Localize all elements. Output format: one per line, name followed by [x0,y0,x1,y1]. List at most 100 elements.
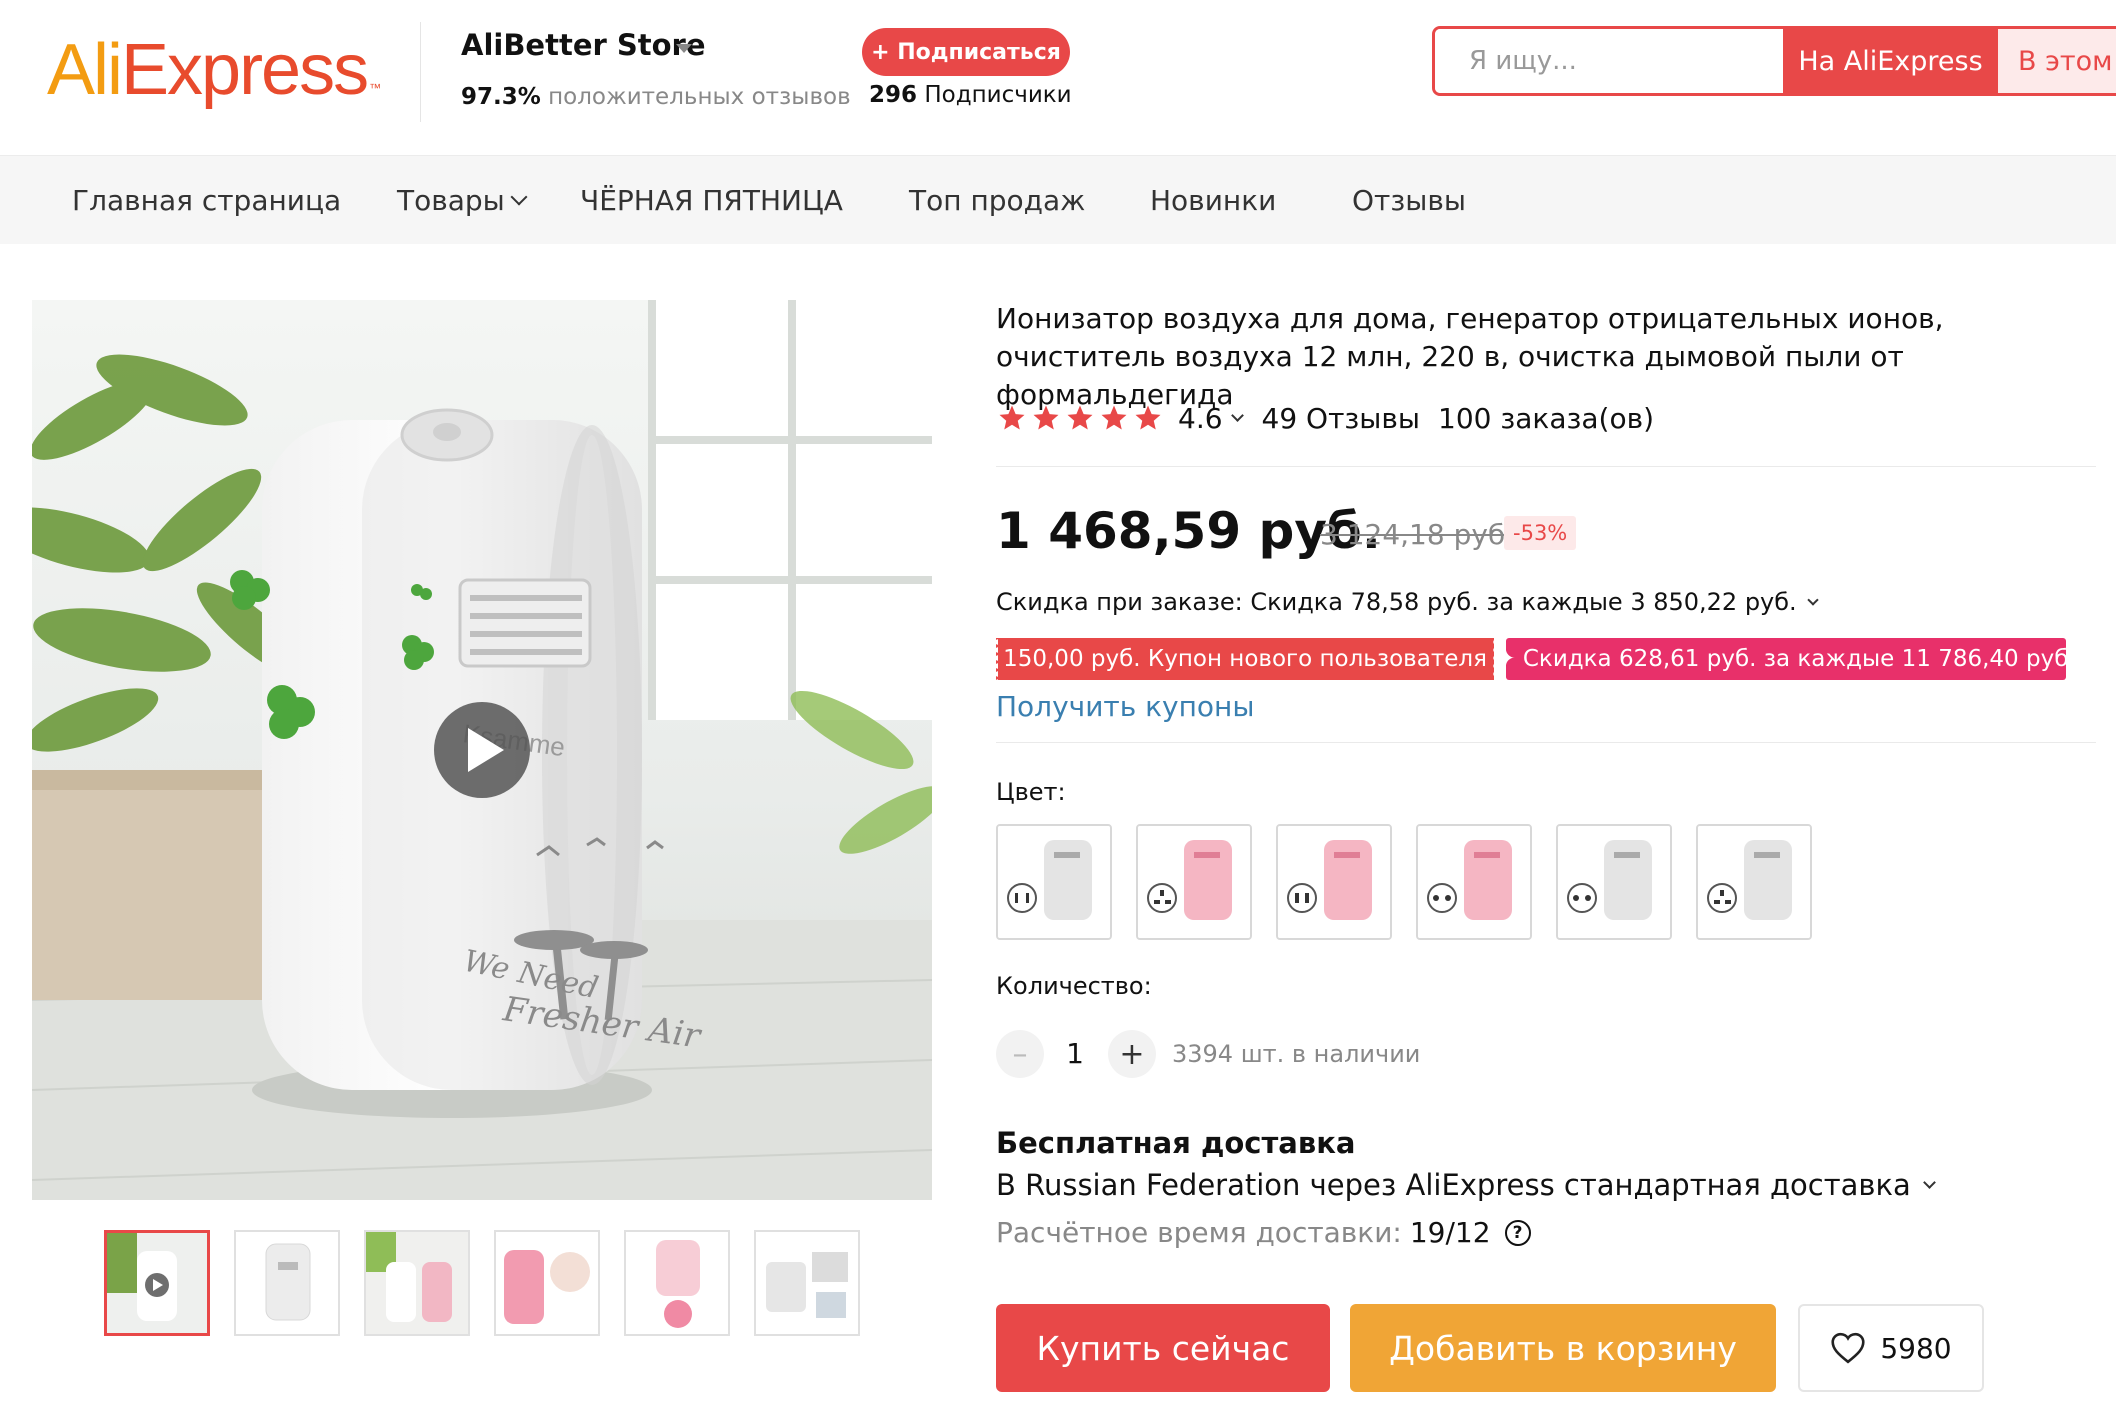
color-swatch-5[interactable] [1556,824,1672,940]
store-nav: Главная страница Товары ЧЁРНАЯ ПЯТНИЦА Т… [0,156,2116,244]
color-swatch-2[interactable] [1136,824,1252,940]
old-price: 3 124,18 руб. [1320,518,1515,551]
product-main-image[interactable]: Ksamme We Need Fresher Air [32,300,932,1200]
thumbnail-6[interactable] [754,1230,860,1336]
shipping-method[interactable]: В Russian Federation через AliExpress ст… [996,1168,1936,1202]
thumbnail-2[interactable] [234,1230,340,1336]
store-rating-text: положительных отзывов [548,84,851,110]
store-header: AliExpress ™ AliBetter Store 97.3% положи… [0,0,2116,156]
nav-item-label: Топ продаж [909,183,1086,217]
color-label: Цвет: [996,778,1066,806]
chevron-down-icon [1922,1175,1936,1189]
rating-stars [996,403,1164,433]
get-coupons-link[interactable]: Получить купоны [996,690,1254,723]
add-to-cart-button[interactable]: Добавить в корзину [1350,1304,1776,1392]
search-bar: На AliExpress В этом [1432,26,2116,96]
thumbnail-image [236,1232,338,1334]
quantity-decrease-button[interactable]: – [996,1030,1044,1078]
delivery-time-value: 19/12 [1409,1216,1491,1249]
reviews-link[interactable]: 49 Отзывы [1262,402,1420,435]
product-photo: Ksamme We Need Fresher Air [32,300,932,1200]
aliexpress-logo[interactable]: AliExpress ™ [47,20,381,120]
rating-row: 4.6 49 Отзывы 100 заказа(ов) [996,398,1654,438]
thumbnail-image [496,1232,598,1334]
color-swatch-6[interactable] [1696,824,1812,940]
header-divider [420,22,421,122]
nav-item-products[interactable]: Товары [397,156,528,244]
nav-item-label: ЧЁРНАЯ ПЯТНИЦА [580,183,843,217]
star-icon [1033,405,1059,430]
discount-badge: -53% [1504,516,1577,550]
nav-item-label: Товары [397,183,505,217]
orders-count: 100 заказа(ов) [1438,401,1655,435]
store-discount-coupon[interactable]: ✦ Скидка 628,61 руб. за каждые 11 786,40… [1496,638,2076,680]
divider [996,466,2096,467]
subscribers-number: 296 [869,82,918,108]
heart-icon [1831,1332,1865,1364]
thumbnail-5[interactable] [624,1230,730,1336]
star-icon [1135,405,1161,430]
shipping-title: Бесплатная доставка [996,1126,1356,1160]
delivery-time-label: Расчётное время доставки: [996,1216,1402,1249]
rating-value[interactable]: 4.6 [1178,402,1223,435]
subscribe-button[interactable]: + Подписаться [862,28,1070,76]
store-rating-value: 97.3% [461,84,541,110]
chevron-down-icon [510,188,528,206]
subscribers-count: 296 Подписчики [869,82,1072,108]
star-icon [999,405,1025,430]
star-icon [1067,405,1093,430]
quantity-increase-button[interactable]: + [1108,1030,1156,1078]
wishlist-button[interactable]: 5980 [1798,1304,1984,1392]
thumbnail-video[interactable] [104,1230,210,1336]
store-rating: 97.3% положительных отзывов [461,84,851,110]
color-swatch-1[interactable] [996,824,1112,940]
search-input[interactable] [1435,29,1783,93]
nav-item-home[interactable]: Главная страница [72,156,341,244]
swatch-image [998,826,1110,938]
store-name-link[interactable]: AliBetter Store [461,28,706,62]
nav-item-label: Главная страница [72,183,342,217]
search-store-button[interactable]: В этом [1998,29,2116,93]
logo-part-ali: Ali [47,30,123,110]
swatch-image [1698,826,1810,938]
shipping-method-text: В Russian Federation через AliExpress ст… [996,1168,1911,1202]
color-swatch-3[interactable] [1276,824,1392,940]
delivery-time: Расчётное время доставки: 19/12 ? [996,1216,1531,1249]
stock-count: 3394 шт. в наличии [1172,1040,1421,1068]
logo-part-express: Express [121,30,369,110]
chevron-down-icon[interactable] [676,44,692,53]
swatch-image [1418,826,1530,938]
wishlist-count: 5980 [1880,1331,1952,1365]
chevron-down-icon [1807,593,1819,606]
thumbnail-image [107,1233,207,1333]
nav-item-reviews[interactable]: Отзывы [1352,156,1466,244]
quantity-label: Количество: [996,972,1152,1000]
swatch-image [1278,826,1390,938]
quantity-input[interactable]: 1 [1060,1032,1090,1076]
search-aliexpress-button[interactable]: На AliExpress [1783,29,1998,93]
swatch-image [1138,826,1250,938]
nav-item-black-friday[interactable]: ЧЁРНАЯ ПЯТНИЦА [580,156,843,244]
nav-item-label: Новинки [1150,183,1277,217]
thumbnail-image [756,1232,858,1334]
nav-item-top-sales[interactable]: Топ продаж [909,156,1085,244]
nav-item-new[interactable]: Новинки [1150,156,1276,244]
nav-item-label: Отзывы [1352,183,1466,217]
product-title: Ионизатор воздуха для дома, генератор от… [996,302,1944,411]
help-icon[interactable]: ? [1504,1219,1531,1246]
thumbnail-image [626,1232,728,1334]
new-user-coupon[interactable]: 150,00 руб. Купон нового пользователя [994,638,1496,680]
subscribers-text: Подписчики [924,82,1072,108]
swatch-image [1558,826,1670,938]
logo-tm: ™ [369,81,381,95]
color-swatch-4[interactable] [1416,824,1532,940]
order-discount-text: Скидка при заказе: Скидка 78,58 руб. за … [996,588,1797,616]
order-discount[interactable]: Скидка при заказе: Скидка 78,58 руб. за … [996,588,1819,616]
chevron-down-icon[interactable] [1230,408,1244,422]
thumbnail-image [366,1232,468,1334]
thumbnail-4[interactable] [494,1230,600,1336]
buy-now-button[interactable]: Купить сейчас [996,1304,1330,1392]
thumbnail-3[interactable] [364,1230,470,1336]
divider [996,742,2096,743]
star-icon [1101,405,1127,430]
